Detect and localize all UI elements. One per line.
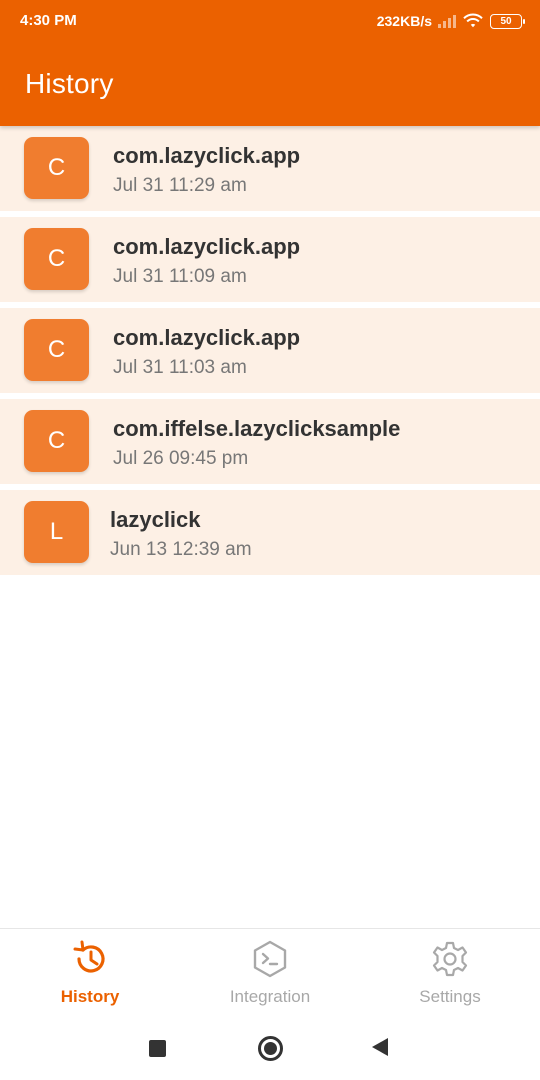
network-speed: 232KB/s	[376, 13, 432, 29]
status-indicators: 232KB/s 50	[376, 10, 525, 32]
header: 4:30 PM 232KB/s 50 History	[0, 0, 540, 126]
history-list: C com.lazyclick.app Jul 31 11:29 am C co…	[0, 126, 540, 581]
back-button[interactable]	[372, 1038, 388, 1056]
history-item[interactable]: C com.lazyclick.app Jul 31 11:29 am	[0, 126, 540, 211]
recents-button[interactable]	[149, 1040, 166, 1057]
history-item[interactable]: L lazyclick Jun 13 12:39 am	[0, 490, 540, 575]
history-item[interactable]: C com.lazyclick.app Jul 31 11:09 am	[0, 217, 540, 302]
nav-label-integration: Integration	[229, 987, 311, 1006]
signal-icon	[438, 14, 456, 28]
app-avatar: L	[24, 501, 89, 563]
status-bar: 4:30 PM 232KB/s 50	[0, 0, 540, 42]
battery-icon: 50	[490, 13, 525, 29]
home-button[interactable]	[258, 1036, 283, 1061]
nav-tab-settings[interactable]: Settings	[360, 939, 540, 1009]
app-avatar: C	[24, 319, 89, 381]
nav-label-settings: Settings	[419, 987, 481, 1006]
history-item-title: com.lazyclick.app	[113, 234, 301, 259]
nav-tab-integration[interactable]: Integration	[180, 939, 360, 1009]
history-item-timestamp: Jul 31 11:03 am	[113, 357, 247, 378]
app-avatar: C	[24, 137, 89, 199]
history-item[interactable]: C com.iffelse.lazyclicksample Jul 26 09:…	[0, 399, 540, 484]
app-avatar: C	[24, 228, 89, 290]
history-item-title: com.lazyclick.app	[113, 143, 301, 168]
history-item-timestamp: Jul 31 11:09 am	[113, 266, 247, 287]
system-navigation-bar	[0, 1014, 540, 1080]
history-icon	[73, 940, 105, 973]
history-item-title: com.lazyclick.app	[113, 325, 301, 350]
history-item-timestamp: Jul 26 09:45 pm	[113, 448, 249, 469]
history-item-title: com.iffelse.lazyclicksample	[113, 416, 401, 441]
terminal-icon	[253, 940, 287, 978]
history-item-timestamp: Jul 31 11:29 am	[113, 175, 247, 196]
bottom-navigation: History Integration Settings	[0, 928, 540, 1014]
nav-tab-history[interactable]: History	[0, 939, 180, 1009]
history-item-title: lazyclick	[110, 507, 201, 532]
wifi-icon	[463, 13, 483, 28]
nav-label-history: History	[60, 987, 120, 1006]
status-time: 4:30 PM	[20, 12, 77, 29]
page-title: History	[25, 68, 114, 99]
app-root: 4:30 PM 232KB/s 50 History C com.lazycli…	[0, 0, 540, 1080]
gear-icon	[432, 941, 468, 977]
app-avatar: C	[24, 410, 89, 472]
history-item-timestamp: Jun 13 12:39 am	[110, 539, 252, 560]
history-item[interactable]: C com.lazyclick.app Jul 31 11:03 am	[0, 308, 540, 393]
